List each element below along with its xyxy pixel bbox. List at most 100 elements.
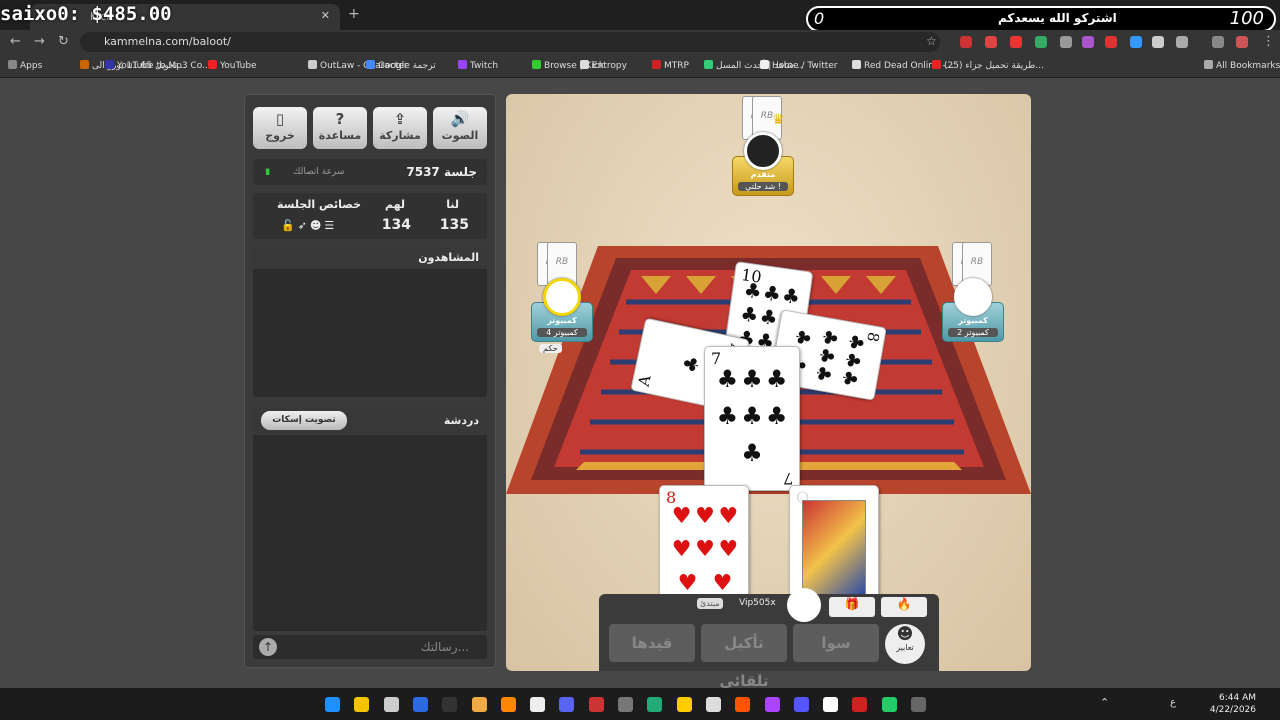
back-icon[interactable]: ← <box>10 34 21 49</box>
ours-label: لنا <box>446 198 459 211</box>
auto-play-button[interactable]: تأكيل تلقائي <box>701 624 787 690</box>
bookmark-item[interactable]: YouTube to Mp3 Co... <box>105 60 211 71</box>
queen-face-image <box>802 500 866 596</box>
taskbar-app-icon[interactable] <box>471 697 487 712</box>
top-player-status: شد حلتي ! <box>738 182 788 191</box>
help-button[interactable]: ? مساعدة <box>313 107 367 149</box>
sound-button[interactable]: 🔊 الصوت <box>433 107 487 149</box>
taskbar-app-icon[interactable] <box>852 697 868 712</box>
address-bar[interactable]: kammelna.com/baloot/ <box>80 32 940 52</box>
taskbar-app-icon[interactable] <box>530 697 546 712</box>
taskbar-app-icon[interactable] <box>500 697 516 712</box>
bookmark-favicon-icon <box>760 60 769 69</box>
session-number: جلسة 7537 <box>406 165 477 179</box>
bookmark-item[interactable]: MTRP <box>652 60 689 71</box>
suit-pip-icon: ♥ <box>718 537 739 563</box>
theirs-label: لهم <box>384 198 405 211</box>
extension-icon[interactable] <box>1035 36 1047 48</box>
bookmark-item[interactable]: Twitch <box>458 60 498 71</box>
close-tab-icon[interactable]: ✕ <box>321 9 330 22</box>
taskbar-app-icon[interactable] <box>442 697 458 712</box>
extension-icon[interactable] <box>1152 36 1164 48</box>
player-controls: مبتدئ Vip505x 🎁 🔥 قيدها تأكيل تلقائي سوا… <box>599 588 939 690</box>
crown-icon: ♛ <box>772 112 785 128</box>
bookmark-star-icon[interactable]: ☆ <box>926 34 937 48</box>
bookmark-favicon-icon <box>704 60 713 69</box>
menu-dots-icon[interactable]: ⋮ <box>1262 34 1275 49</box>
suit-pip-icon: ♣ <box>741 438 763 467</box>
taskbar-app-icon[interactable] <box>647 697 663 712</box>
suit-pip-icon: ♥ <box>671 537 692 563</box>
taskbar-app-icon[interactable] <box>354 697 370 712</box>
suit-pip-icon: ♣ <box>758 304 780 331</box>
exit-button[interactable]: ▯ خروج <box>253 107 307 149</box>
extension-icon[interactable] <box>1105 36 1117 48</box>
taskbar-app-icon[interactable] <box>412 697 428 712</box>
taskbar-app-icon[interactable] <box>764 697 780 712</box>
bookmark-item[interactable]: (25) طريقة تحميل جزاء... <box>932 60 1044 71</box>
record-button[interactable]: قيدها <box>609 624 695 662</box>
fire-icon[interactable]: 🔥 <box>881 597 927 617</box>
reload-icon[interactable]: ↻ <box>58 34 69 49</box>
chat-header: تصويت إسكات دردشة <box>253 407 487 435</box>
taskbar-app-icon[interactable] <box>618 697 633 712</box>
system-clock[interactable]: 6:44 AM 4/22/2026 <box>1210 692 1256 716</box>
right-player-name: كمبيوتر <box>958 316 988 325</box>
chat-title: دردشة <box>443 414 479 427</box>
ours-score: 135 <box>439 217 469 233</box>
extension-icon[interactable] <box>1082 36 1094 48</box>
profile-icon[interactable] <box>1236 36 1248 48</box>
taskbar-app-icon[interactable] <box>911 697 926 712</box>
new-tab-icon[interactable]: + <box>348 6 360 22</box>
bookmark-item[interactable]: Entropy <box>580 60 627 71</box>
taskbar-app-icon[interactable] <box>735 697 751 712</box>
avatar <box>954 278 992 316</box>
suit-pip-icon: ♥ <box>695 504 715 530</box>
bookmark-favicon-icon <box>652 60 661 69</box>
bookmark-item[interactable]: YouTube <box>208 60 257 71</box>
forward-icon[interactable]: → <box>34 34 45 49</box>
taskbar-app-icon[interactable] <box>559 697 575 712</box>
taskbar-app-icon[interactable] <box>705 697 721 712</box>
taskbar-app-icon[interactable] <box>325 697 340 712</box>
taskbar-app-icon[interactable] <box>881 697 897 712</box>
send-arrow-icon[interactable]: ↑ <box>259 638 277 656</box>
taskbar-app-icon[interactable] <box>588 697 604 712</box>
bookmark-favicon-icon <box>208 60 217 69</box>
mute-vote-button[interactable]: تصويت إسكات <box>261 411 347 430</box>
suit-pip-icon: ♣ <box>678 353 705 375</box>
gift-icon[interactable]: 🎁 <box>829 597 875 617</box>
stream-overlay-banner: 0 اشتركو الله يسعدكم 100 <box>806 6 1276 32</box>
bookmark-item[interactable]: Google ترجمة <box>366 60 436 71</box>
tray-arrow-icon[interactable]: ⌃ <box>1100 696 1109 709</box>
share-button[interactable]: ⇪ مشاركة <box>373 107 427 149</box>
theirs-score: 134 <box>381 217 411 233</box>
extension-icon[interactable] <box>1010 36 1022 48</box>
viewers-panel: المشاهدون <box>253 247 487 397</box>
bookmark-favicon-icon <box>308 60 317 69</box>
chat-message-input[interactable]: ↑ رسالتك... <box>253 635 487 659</box>
suit-pip-icon: ♥ <box>712 570 733 596</box>
bookmark-favicon-icon <box>366 60 375 69</box>
suit-pip-icon: ♣ <box>840 350 866 371</box>
bookmark-item[interactable]: Apps <box>8 60 42 71</box>
bookmark-item[interactable]: All Bookmarks <box>1204 60 1280 71</box>
extension-icon[interactable] <box>1060 36 1072 48</box>
url-text: kammelna.com/baloot/ <box>104 35 231 48</box>
language-indicator[interactable]: ع <box>1170 697 1176 708</box>
taskbar-app-icon[interactable] <box>383 697 399 712</box>
emotes-button[interactable]: ☻ تعابير <box>885 624 925 664</box>
extension-icon[interactable] <box>985 36 997 48</box>
taskbar-app-icon[interactable] <box>676 697 692 712</box>
connection-speed-label: سرعة اتصالك <box>293 167 345 177</box>
extensions-puzzle-icon[interactable] <box>1176 36 1188 48</box>
tab-search-icon[interactable] <box>1212 36 1224 48</box>
taskbar-app-icon[interactable] <box>793 697 809 712</box>
sawa-button[interactable]: سوا <box>793 624 879 662</box>
bookmark-item[interactable]: Home / Twitter <box>760 60 838 71</box>
extension-icon[interactable] <box>1130 36 1142 48</box>
taskbar-app-icon[interactable] <box>823 697 839 712</box>
suit-pip-icon: ♣ <box>790 327 816 348</box>
bookmarks-bar: Apps تحويل 11.65 يورو الى... YouTube to Mp… <box>0 54 1280 78</box>
extension-icon[interactable] <box>960 36 972 48</box>
